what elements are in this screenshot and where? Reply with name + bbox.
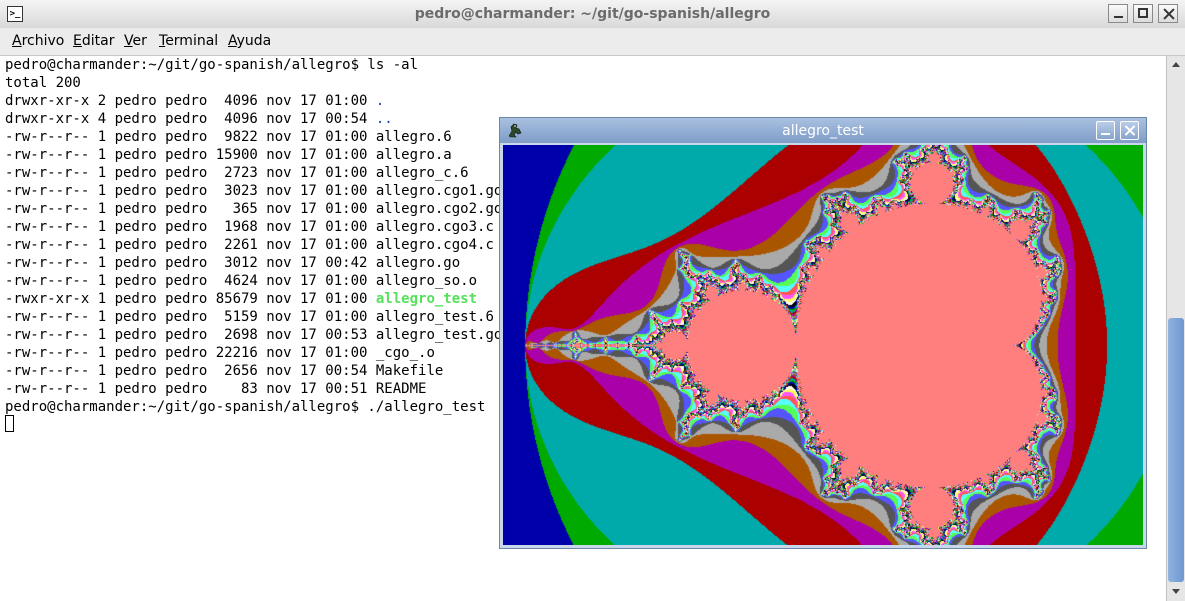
file-name: .. [375, 111, 393, 127]
allegro-close-button[interactable] [1120, 121, 1139, 140]
file-attributes: drwxr-xr-x 2 pedro pedro 4096 nov 17 01:… [5, 93, 376, 109]
file-name: README [375, 381, 427, 397]
file-name: allegro.6 [375, 129, 452, 145]
listing-row: -rw-r--r-- 1 pedro pedro 5159 nov 17 01:… [5, 308, 494, 326]
scrollbar-thumb[interactable] [1168, 318, 1184, 582]
menu-bar: Archivo Editar Ver Terminal Ayuda [0, 28, 1185, 56]
menu-archivo[interactable]: Archivo [12, 33, 64, 49]
file-attributes: -rw-r--r-- 1 pedro pedro 365 nov 17 01:0… [5, 201, 376, 217]
minimize-button[interactable] [1108, 4, 1128, 23]
listing-row: -rw-r--r-- 1 pedro pedro 4624 nov 17 01:… [5, 272, 477, 290]
terminal-title-bar[interactable]: >_ pedro@charmander: ~/git/go-spanish/al… [0, 0, 1185, 29]
allegro-test-window[interactable]: allegro_test [499, 117, 1147, 549]
text-cursor [5, 415, 14, 432]
file-attributes: -rw-r--r-- 1 pedro pedro 22216 nov 17 01… [5, 345, 376, 361]
command-line: pedro@charmander:~/git/go-spanish/allegr… [5, 57, 419, 73]
file-name: allegro.cgo1.go [375, 183, 503, 199]
listing-row: -rwxr-xr-x 1 pedro pedro 85679 nov 17 01… [5, 290, 477, 308]
file-name: allegro_c.6 [375, 165, 469, 181]
command-line: pedro@charmander:~/git/go-spanish/allegr… [5, 399, 486, 415]
file-name: allegro.cgo4.c [375, 237, 494, 253]
listing-row: -rw-r--r-- 1 pedro pedro 2261 nov 17 01:… [5, 236, 494, 254]
mandelbrot-fractal-image [503, 145, 1143, 545]
close-button[interactable] [1158, 4, 1178, 23]
scroll-down-arrow-icon[interactable] [1168, 585, 1184, 599]
file-name: allegro_test.go [375, 327, 503, 343]
file-name: allegro_test [375, 291, 478, 307]
listing-row: -rw-r--r-- 1 pedro pedro 1968 nov 17 01:… [5, 218, 494, 236]
allegro-window-title: allegro_test [782, 123, 864, 139]
file-attributes: -rw-r--r-- 1 pedro pedro 9822 nov 17 01:… [5, 129, 376, 145]
total-line: total 200 [5, 75, 81, 91]
file-attributes: -rw-r--r-- 1 pedro pedro 83 nov 17 00:51 [5, 381, 376, 397]
file-attributes: -rw-r--r-- 1 pedro pedro 2698 nov 17 00:… [5, 327, 376, 343]
listing-row: -rw-r--r-- 1 pedro pedro 2656 nov 17 00:… [5, 362, 443, 380]
menu-editar[interactable]: Editar [73, 33, 114, 49]
file-name: allegro.a [375, 147, 452, 163]
listing-row: -rw-r--r-- 1 pedro pedro 15900 nov 17 01… [5, 146, 452, 164]
menu-ver[interactable]: Ver [124, 33, 147, 49]
menu-ayuda[interactable]: Ayuda [228, 33, 271, 49]
file-attributes: -rw-r--r-- 1 pedro pedro 15900 nov 17 01… [5, 147, 376, 163]
file-name: Makefile [375, 363, 444, 379]
menu-terminal[interactable]: Terminal [159, 33, 218, 49]
fractal-canvas [503, 145, 1143, 545]
window-title: pedro@charmander: ~/git/go-spanish/alleg… [414, 6, 771, 22]
allegro-title-bar[interactable]: allegro_test [500, 118, 1146, 143]
file-attributes: -rw-r--r-- 1 pedro pedro 3012 nov 17 00:… [5, 255, 376, 271]
scroll-up-arrow-icon[interactable] [1168, 58, 1184, 72]
maximize-button[interactable] [1133, 4, 1153, 23]
listing-row: -rw-r--r-- 1 pedro pedro 2698 nov 17 00:… [5, 326, 502, 344]
file-attributes: -rw-r--r-- 1 pedro pedro 2261 nov 17 01:… [5, 237, 376, 253]
file-attributes: drwxr-xr-x 4 pedro pedro 4096 nov 17 00:… [5, 111, 376, 127]
file-attributes: -rwxr-xr-x 1 pedro pedro 85679 nov 17 01… [5, 291, 376, 307]
listing-row: -rw-r--r-- 1 pedro pedro 3023 nov 17 01:… [5, 182, 502, 200]
listing-row: -rw-r--r-- 1 pedro pedro 83 nov 17 00:51… [5, 380, 426, 398]
file-name: allegro.go [375, 255, 461, 271]
file-name: _cgo_.o [375, 345, 435, 361]
file-attributes: -rw-r--r-- 1 pedro pedro 4624 nov 17 01:… [5, 273, 376, 289]
allegro-minimize-button[interactable] [1096, 121, 1115, 140]
listing-row: -rw-r--r-- 1 pedro pedro 2723 nov 17 01:… [5, 164, 469, 182]
listing-row: -rw-r--r-- 1 pedro pedro 22216 nov 17 01… [5, 344, 435, 362]
file-name: allegro.cgo2.go [375, 201, 503, 217]
file-attributes: -rw-r--r-- 1 pedro pedro 3023 nov 17 01:… [5, 183, 376, 199]
file-name: . [375, 93, 385, 109]
file-name: allegro_so.o [375, 273, 478, 289]
file-attributes: -rw-r--r-- 1 pedro pedro 1968 nov 17 01:… [5, 219, 376, 235]
file-name: allegro.cgo3.c [375, 219, 494, 235]
listing-row: drwxr-xr-x 4 pedro pedro 4096 nov 17 00:… [5, 110, 393, 128]
file-attributes: -rw-r--r-- 1 pedro pedro 5159 nov 17 01:… [5, 309, 376, 325]
listing-row: -rw-r--r-- 1 pedro pedro 3012 nov 17 00:… [5, 254, 460, 272]
file-attributes: -rw-r--r-- 1 pedro pedro 2656 nov 17 00:… [5, 363, 376, 379]
listing-row: drwxr-xr-x 2 pedro pedro 4096 nov 17 01:… [5, 92, 384, 110]
file-name: allegro_test.6 [375, 309, 494, 325]
file-attributes: -rw-r--r-- 1 pedro pedro 2723 nov 17 01:… [5, 165, 376, 181]
listing-row: -rw-r--r-- 1 pedro pedro 9822 nov 17 01:… [5, 128, 452, 146]
vertical-scrollbar[interactable] [1166, 56, 1185, 601]
listing-row: -rw-r--r-- 1 pedro pedro 365 nov 17 01:0… [5, 200, 502, 218]
